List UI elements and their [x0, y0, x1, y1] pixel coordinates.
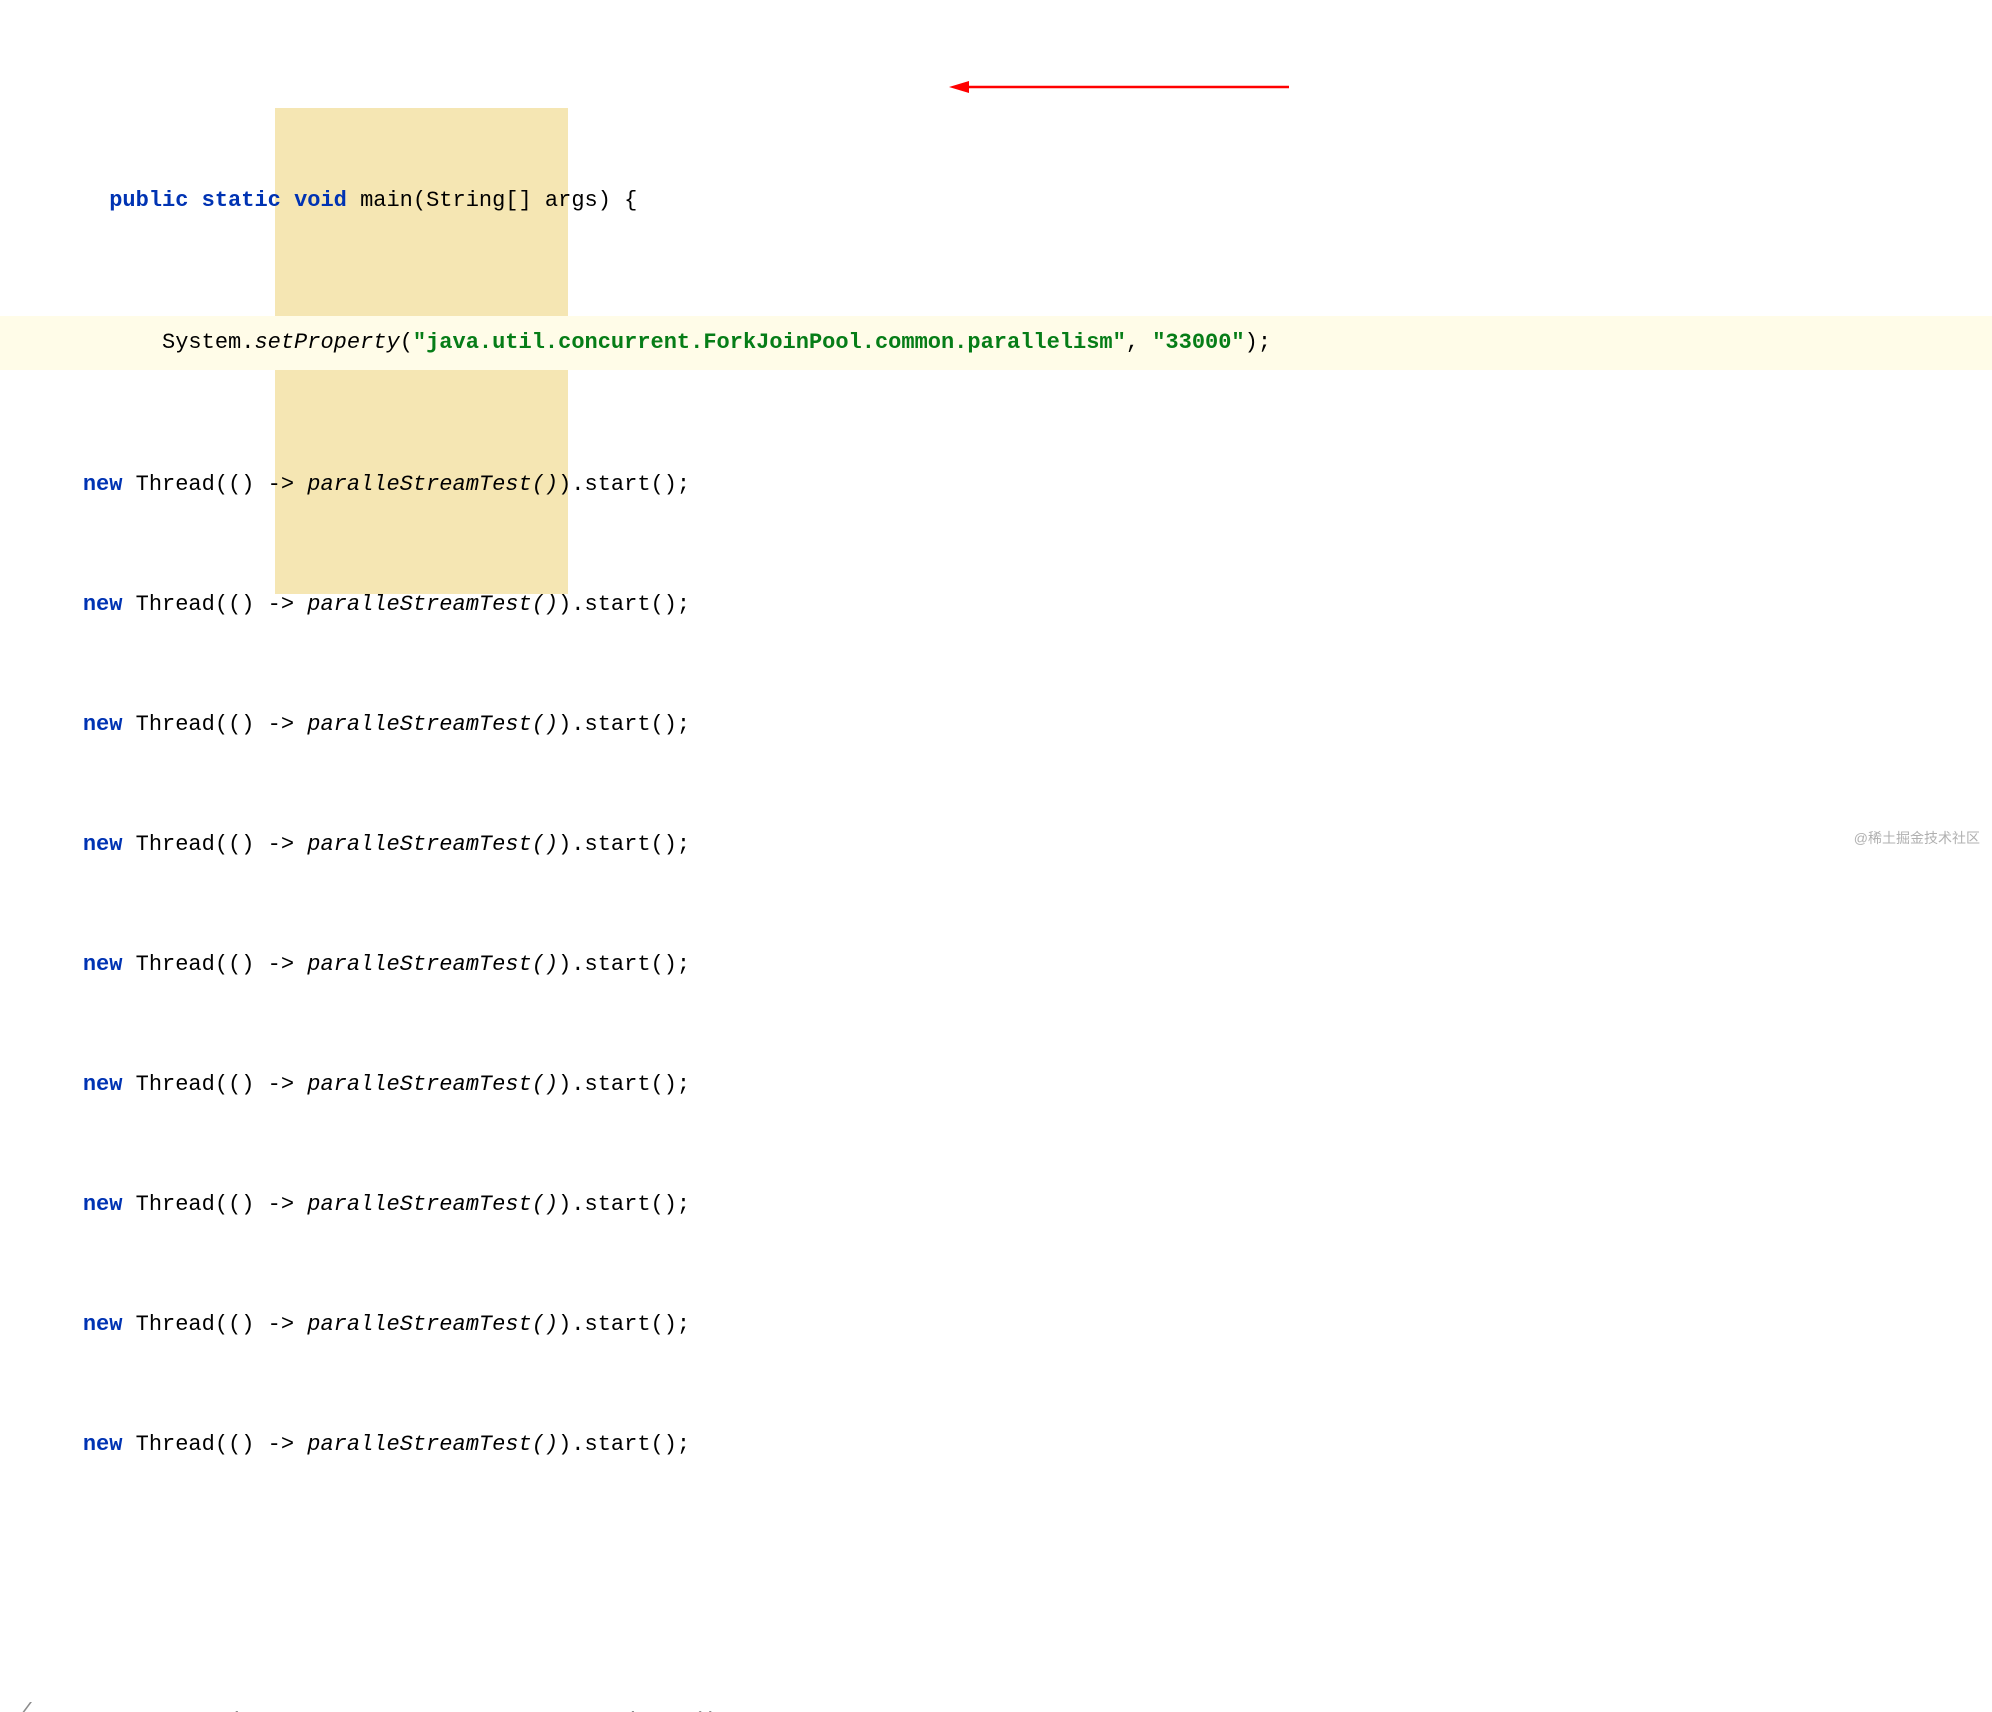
method-call: paralleStreamTest() [307, 952, 558, 977]
code-line[interactable]: new Thread(() -> paralleStreamTest()).st… [30, 1298, 1992, 1352]
method-call: paralleStreamTest() [307, 1432, 558, 1457]
method-call: paralleStreamTest() [307, 1072, 558, 1097]
keyword-new: new [83, 1072, 123, 1097]
method-call: paralleStreamTest() [307, 1192, 558, 1217]
keyword-new: new [83, 1192, 123, 1217]
keyword-new: new [83, 472, 123, 497]
arrow-annotation [949, 77, 1289, 104]
method-call: paralleStreamTest() [307, 832, 558, 857]
comment-text: List<Integer> nums = new ArrayList<>(); [109, 1709, 730, 1712]
code-line-comment[interactable]: / List<Integer> nums = new ArrayList<>()… [30, 1702, 1992, 1712]
code-line-highlighted[interactable]: System.setProperty("java.util.concurrent… [30, 316, 1992, 370]
code-line[interactable]: new Thread(() -> paralleStreamTest()).st… [30, 578, 1992, 632]
code-editor[interactable]: public static void main(String[] args) {… [0, 0, 1992, 1712]
keyword-static: static [202, 188, 281, 213]
code-line[interactable]: new Thread(() -> paralleStreamTest()).st… [30, 458, 1992, 512]
method-call: paralleStreamTest() [307, 592, 558, 617]
code-line[interactable]: public static void main(String[] args) { [30, 174, 1992, 228]
code-line[interactable]: new Thread(() -> paralleStreamTest()).st… [30, 1178, 1992, 1232]
method-signature [347, 188, 360, 213]
code-line[interactable]: new Thread(() -> paralleStreamTest()).st… [30, 1058, 1992, 1112]
method-call: setProperty [254, 330, 399, 355]
keyword-public: public [109, 188, 188, 213]
keyword-new: new [83, 1312, 123, 1337]
string-literal: "33000" [1152, 330, 1244, 355]
keyword-new: new [83, 592, 123, 617]
code-line[interactable]: new Thread(() -> paralleStreamTest()).st… [30, 938, 1992, 992]
keyword-void: void [294, 188, 347, 213]
keyword-new: new [83, 832, 123, 857]
keyword-new: new [83, 952, 123, 977]
code-line[interactable]: new Thread(() -> paralleStreamTest()).st… [30, 818, 1992, 872]
method-call: paralleStreamTest() [307, 1312, 558, 1337]
method-call: paralleStreamTest() [307, 712, 558, 737]
keyword-new: new [83, 1432, 123, 1457]
string-literal: "java.util.concurrent.ForkJoinPool.commo… [413, 330, 1126, 355]
method-call: paralleStreamTest() [307, 472, 558, 497]
code-line[interactable]: new Thread(() -> paralleStreamTest()).st… [30, 1418, 1992, 1472]
code-line[interactable]: new Thread(() -> paralleStreamTest()).st… [30, 698, 1992, 752]
code-line-blank[interactable] [30, 1560, 1992, 1614]
watermark: @稀土掘金技术社区 [1854, 828, 1980, 848]
keyword-new: new [83, 712, 123, 737]
